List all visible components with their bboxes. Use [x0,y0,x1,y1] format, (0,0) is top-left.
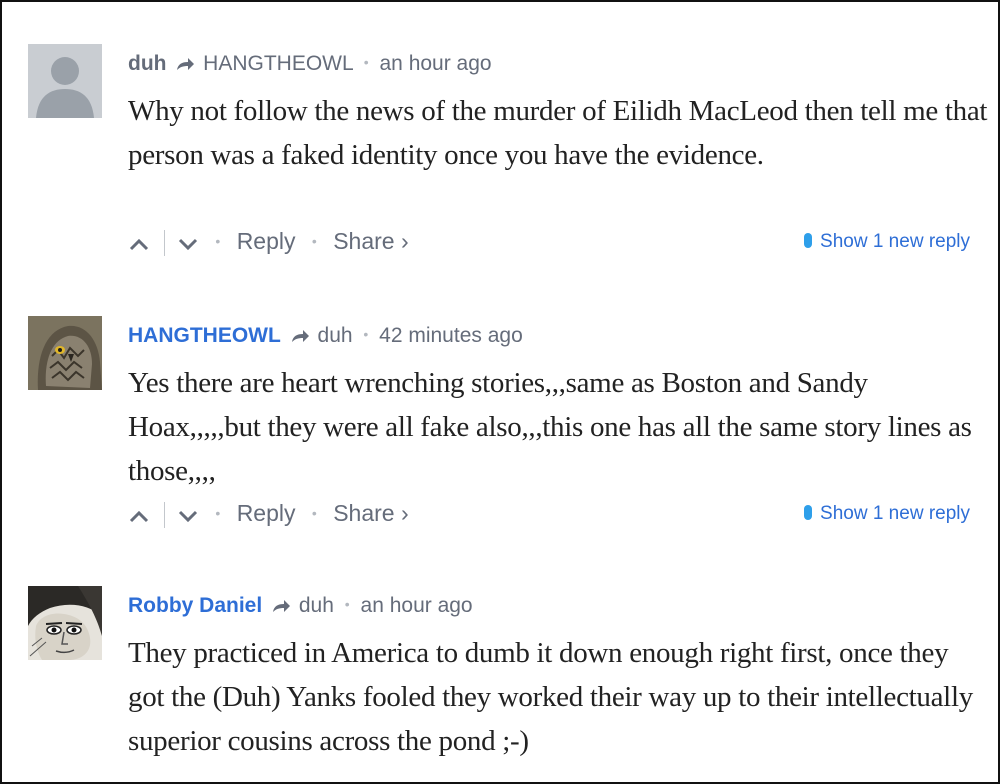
action-dot: • [311,505,317,521]
vote-divider [164,229,165,256]
upvote-icon[interactable] [128,228,150,258]
timestamp[interactable]: an hour ago [380,52,492,75]
action-dot: • [311,233,317,249]
comment-meta: duh HANGTHEOWL • an hour ago [128,48,492,80]
default-avatar-icon [28,44,102,118]
sketch-portrait-avatar-icon [28,586,102,660]
share-button[interactable]: Share › [333,228,408,254]
downvote-icon[interactable] [177,500,199,530]
meta-dot: • [344,596,350,612]
chevron-right-icon: › [400,228,409,254]
meta-dot: • [363,326,369,342]
meta-dot: • [363,54,369,70]
reply-to-name[interactable]: duh [318,324,353,347]
timestamp[interactable]: 42 minutes ago [379,324,523,347]
comments-panel: duh HANGTHEOWL • an hour ago Why not fol… [0,0,1000,784]
comment-actions: • Reply • Share › [128,226,409,258]
avatar[interactable] [28,586,102,660]
comment-text: Yes there are heart wrenching stories,,,… [128,367,972,487]
new-reply-indicator-icon [804,233,813,248]
reply-button[interactable]: Reply [237,228,296,254]
comment-text: Why not follow the news of the murder of… [128,95,988,171]
comment-meta: HANGTHEOWL duh • 42 minutes ago [128,320,523,352]
share-label: Share [333,500,395,526]
reply-button[interactable]: Reply [237,500,296,526]
show-new-reply-label: Show 1 new reply [820,503,970,524]
timestamp[interactable]: an hour ago [361,594,473,617]
comment-meta: Robby Daniel duh • an hour ago [128,590,473,622]
chevron-right-icon: › [400,500,409,526]
author-name[interactable]: HANGTHEOWL [128,324,281,347]
show-new-reply-link[interactable]: Show 1 new reply [804,501,970,527]
share-label: Share [333,228,395,254]
share-button[interactable]: Share › [333,500,408,526]
reply-arrow-icon [271,594,291,622]
reply-to-name[interactable]: duh [299,594,334,617]
comment-actions: • Reply • Share › [128,498,409,530]
owl-avatar-icon [28,316,102,390]
show-new-reply-link[interactable]: Show 1 new reply [804,229,970,255]
reply-to-name[interactable]: HANGTHEOWL [203,52,353,75]
vote-divider [164,501,165,528]
author-name[interactable]: Robby Daniel [128,594,262,617]
show-new-reply-label: Show 1 new reply [820,231,970,252]
action-dot: • [215,233,221,249]
upvote-icon[interactable] [128,500,150,530]
author-name[interactable]: duh [128,52,166,75]
reply-arrow-icon [175,52,195,80]
avatar[interactable] [28,44,102,118]
avatar[interactable] [28,316,102,390]
new-reply-indicator-icon [804,505,813,520]
reply-arrow-icon [290,324,310,352]
comment-text: They practiced in America to dumb it dow… [128,637,973,757]
downvote-icon[interactable] [177,228,199,258]
action-dot: • [215,505,221,521]
